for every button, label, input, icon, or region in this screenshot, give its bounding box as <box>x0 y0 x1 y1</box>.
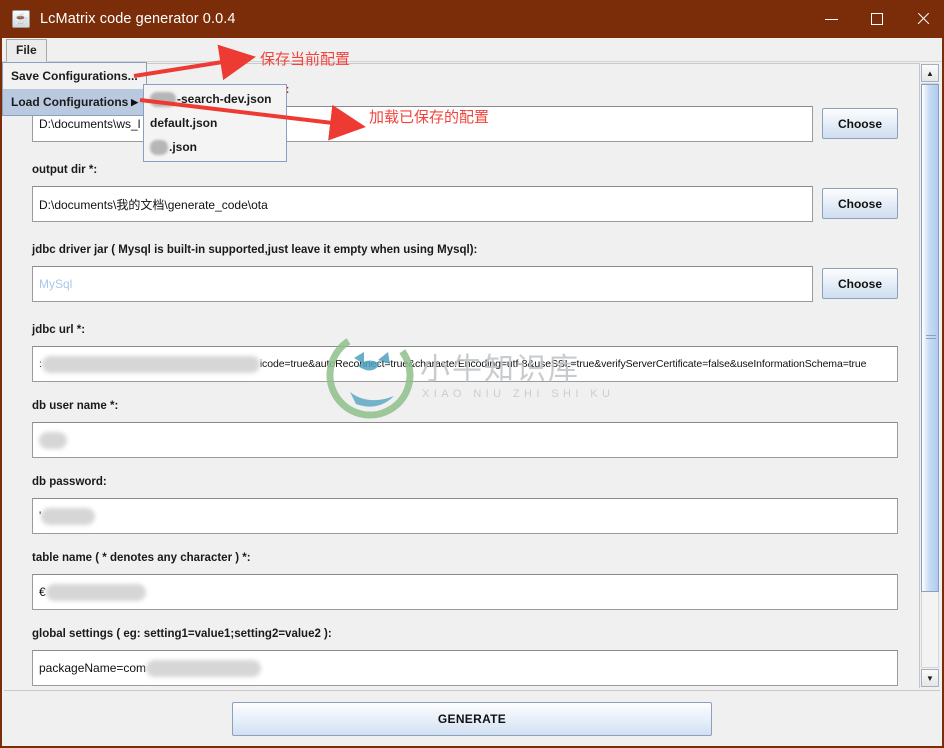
choose-button-template-dir[interactable]: Choose <box>822 108 898 139</box>
redacted-table-chip <box>45 583 146 601</box>
jdbc-url-params: icode=true&autoReconnect=true&characterE… <box>259 358 867 370</box>
choose-button-jdbc-driver-jar[interactable]: Choose <box>822 268 898 299</box>
redacted-name-chip <box>150 91 176 107</box>
field-row-table-name: € <box>32 574 898 610</box>
submenu-item-default-json[interactable]: default.json <box>144 111 286 135</box>
configuration-form: upported.View template variables support… <box>4 64 916 686</box>
redacted-password-chip <box>41 507 96 525</box>
close-button[interactable] <box>900 0 942 38</box>
chevron-right-icon: ▶ <box>131 96 138 107</box>
field-label-db-password: db password: <box>32 476 107 488</box>
window-title: LcMatrix code generator 0.0.4 <box>40 11 236 27</box>
minimize-icon <box>824 18 838 20</box>
minimize-button[interactable] <box>808 0 854 38</box>
application-window: ☕ LcMatrix code generator 0.0.4 File upp… <box>0 0 944 748</box>
redacted-user-chip <box>39 431 67 449</box>
generate-button[interactable]: GENERATE <box>232 701 712 736</box>
output-dir-input[interactable]: D:\documents\我的文档\generate_code\ota <box>32 186 813 222</box>
submenu-item-label: -search-dev.json <box>177 92 272 106</box>
field-label-output-dir: output dir *: <box>32 164 98 176</box>
scroll-up-button[interactable]: ▲ <box>921 64 939 82</box>
menu-item-label: Save Configurations... <box>11 69 138 83</box>
load-configurations-submenu: -search-dev.json default.json .json <box>143 84 287 162</box>
title-bar: ☕ LcMatrix code generator 0.0.4 <box>2 0 942 38</box>
choose-button-output-dir[interactable]: Choose <box>822 188 898 219</box>
field-row-output-dir: D:\documents\我的文档\generate_code\ota Choo… <box>32 186 898 222</box>
db-user-name-input[interactable] <box>32 422 898 458</box>
maximize-icon <box>871 13 883 25</box>
menu-file[interactable]: File <box>6 39 47 62</box>
submenu-item-redacted-json[interactable]: .json <box>144 135 286 159</box>
footer-bar: GENERATE <box>4 690 940 746</box>
maximize-button[interactable] <box>854 0 900 38</box>
redacted-host-chip <box>41 355 260 373</box>
menu-item-save-configurations[interactable]: Save Configurations... <box>3 63 146 89</box>
field-row-jdbc-url: : icode=true&autoReconnect=true&character… <box>32 346 898 382</box>
menu-item-label: Load Configurations <box>11 95 129 109</box>
field-label-jdbc-url: jdbc url *: <box>32 324 86 336</box>
field-label-table-name: table name ( * denotes any character ) *… <box>32 552 251 564</box>
java-coffee-cup-icon: ☕ <box>12 10 30 28</box>
vertical-scrollbar[interactable]: ▲ ▼ <box>919 63 940 688</box>
global-settings-value: packageName=com <box>39 661 147 675</box>
menu-item-load-configurations[interactable]: Load Configurations ▶ <box>3 89 146 115</box>
scrollbar-grip-icon <box>926 335 936 341</box>
scrollbar-thumb[interactable] <box>921 84 939 592</box>
jdbc-url-input[interactable]: : icode=true&autoReconnect=true&character… <box>32 346 898 382</box>
table-name-input[interactable]: € <box>32 574 898 610</box>
redacted-name-chip <box>150 139 168 155</box>
file-dropdown-menu: Save Configurations... Load Configuratio… <box>2 62 147 116</box>
redacted-package-chip <box>146 659 262 677</box>
close-icon <box>916 12 930 26</box>
submenu-item-label: .json <box>169 140 198 154</box>
field-row-db-user-name <box>32 422 898 458</box>
jdbc-driver-jar-input[interactable]: MySql <box>32 266 813 302</box>
global-settings-input[interactable]: packageName=com <box>32 650 898 686</box>
field-label-db-user-name: db user name *: <box>32 400 119 412</box>
table-name-prefix: € <box>39 585 46 599</box>
field-label-jdbc-driver-jar: jdbc driver jar ( Mysql is built-in supp… <box>32 244 478 256</box>
scroll-down-button[interactable]: ▼ <box>921 669 939 687</box>
field-row-jdbc-driver-jar: MySql Choose <box>32 266 898 302</box>
window-controls <box>808 0 942 38</box>
menu-bar: File <box>2 38 942 62</box>
db-password-input[interactable]: ' <box>32 498 898 534</box>
field-row-global-settings: packageName=com <box>32 650 898 686</box>
submenu-item-search-dev[interactable]: -search-dev.json <box>144 87 286 111</box>
field-row-db-password: ' <box>32 498 898 534</box>
field-label-global-settings: global settings ( eg: setting1=value1;se… <box>32 628 332 640</box>
submenu-item-label: default.json <box>150 116 218 130</box>
